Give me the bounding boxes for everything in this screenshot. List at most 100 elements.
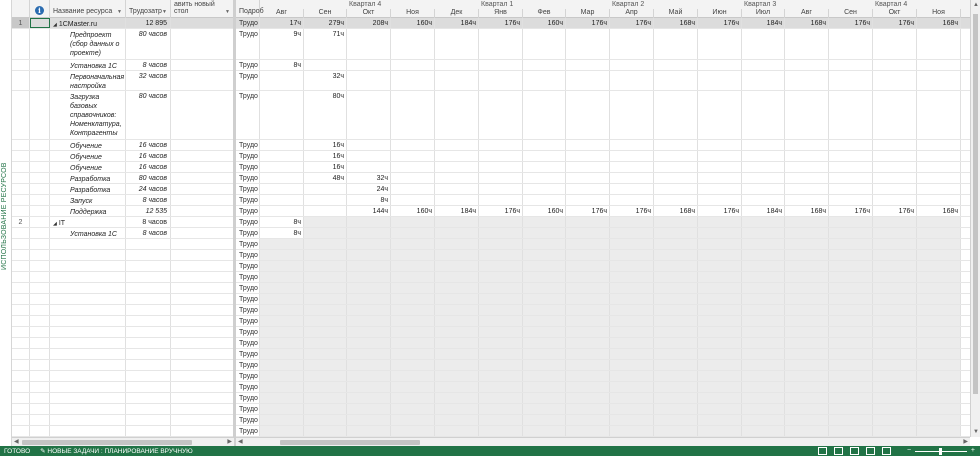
add-column-cell[interactable] <box>171 228 234 238</box>
timescale-month[interactable]: Дек <box>435 9 479 18</box>
chevron-down-icon[interactable]: ▼ <box>225 9 230 15</box>
detail-cell[interactable]: Трудо <box>236 404 260 414</box>
work-time-cell[interactable] <box>304 272 347 282</box>
work-cell[interactable] <box>126 404 171 414</box>
work-time-cell[interactable] <box>785 415 829 425</box>
table-row[interactable] <box>12 272 234 283</box>
work-cell[interactable] <box>126 294 171 304</box>
work-time-cell[interactable]: 176ч <box>566 206 610 216</box>
work-time-cell[interactable]: 9ч <box>260 29 304 59</box>
work-time-cell[interactable] <box>304 404 347 414</box>
work-time-cell[interactable] <box>698 360 742 370</box>
work-time-cell[interactable] <box>785 71 829 90</box>
timescale-row[interactable]: Трудо 80ч <box>236 91 970 140</box>
work-time-cell[interactable]: 168ч <box>654 206 698 216</box>
work-time-cell[interactable] <box>347 228 391 238</box>
row-id-cell[interactable] <box>12 371 30 381</box>
detail-cell[interactable]: Трудо <box>236 217 260 227</box>
work-time-cell[interactable] <box>742 415 785 425</box>
work-time-cell[interactable] <box>829 272 873 282</box>
resource-name-cell[interactable] <box>50 349 126 359</box>
work-time-cell[interactable] <box>435 283 479 293</box>
work-time-cell[interactable] <box>523 91 566 139</box>
work-time-cell[interactable] <box>479 71 523 90</box>
work-time-cell[interactable] <box>610 283 654 293</box>
work-time-cell[interactable] <box>654 327 698 337</box>
work-time-cell[interactable] <box>304 338 347 348</box>
work-time-cell[interactable] <box>873 404 917 414</box>
work-time-cell[interactable] <box>698 91 742 139</box>
table-row[interactable] <box>12 426 234 437</box>
work-cell[interactable]: 12 895 часов <box>126 18 171 28</box>
work-time-cell[interactable] <box>829 195 873 205</box>
timescale-month[interactable]: Ноя <box>917 9 961 18</box>
work-time-cell[interactable] <box>260 184 304 194</box>
work-time-cell[interactable] <box>654 272 698 282</box>
work-time-cell[interactable] <box>523 327 566 337</box>
timescale-month[interactable]: Фев <box>523 9 566 18</box>
work-time-cell[interactable] <box>479 162 523 172</box>
work-time-cell[interactable] <box>391 404 435 414</box>
work-time-cell[interactable] <box>785 217 829 227</box>
work-time-cell[interactable] <box>523 195 566 205</box>
detail-cell[interactable]: Трудо <box>236 173 260 183</box>
work-time-cell[interactable] <box>479 195 523 205</box>
work-time-cell[interactable] <box>917 91 961 139</box>
work-time-cell[interactable] <box>785 305 829 315</box>
work-time-cell[interactable] <box>566 91 610 139</box>
work-time-cell[interactable] <box>347 404 391 414</box>
work-time-cell[interactable]: 16ч <box>304 140 347 150</box>
work-time-cell[interactable] <box>742 195 785 205</box>
work-time-cell[interactable] <box>742 91 785 139</box>
new-tasks-mode[interactable]: ✎ НОВЫЕ ЗАДАЧИ : ПЛАНИРОВАНИЕ ВРУЧНУЮ <box>40 447 193 455</box>
work-time-cell[interactable] <box>610 338 654 348</box>
work-time-cell[interactable] <box>566 71 610 90</box>
work-time-cell[interactable] <box>785 250 829 260</box>
work-time-cell[interactable] <box>566 382 610 392</box>
timescale-row[interactable]: Трудо <box>236 283 970 294</box>
work-time-cell[interactable] <box>260 404 304 414</box>
work-time-cell[interactable] <box>391 217 435 227</box>
table-row[interactable] <box>12 371 234 382</box>
work-time-cell[interactable] <box>391 283 435 293</box>
detail-cell[interactable]: Трудо <box>236 272 260 282</box>
work-time-cell[interactable] <box>742 217 785 227</box>
detail-cell[interactable]: Трудо <box>236 60 260 70</box>
work-time-cell[interactable] <box>785 29 829 59</box>
timescale-row[interactable]: Трудо <box>236 349 970 360</box>
work-cell[interactable] <box>126 316 171 326</box>
work-time-cell[interactable] <box>785 393 829 403</box>
detail-cell[interactable]: Трудо <box>236 184 260 194</box>
work-time-cell[interactable] <box>435 426 479 436</box>
work-time-cell[interactable] <box>829 151 873 161</box>
work-time-cell[interactable] <box>654 140 698 150</box>
row-id-cell[interactable] <box>12 360 30 370</box>
table-row[interactable]: Запуск 8 часов <box>12 195 234 206</box>
work-time-cell[interactable] <box>917 305 961 315</box>
detail-cell[interactable]: Трудо <box>236 327 260 337</box>
work-time-cell[interactable] <box>873 371 917 381</box>
timescale-row[interactable]: Трудо <box>236 327 970 338</box>
resource-name-cell[interactable] <box>50 393 126 403</box>
work-time-cell[interactable] <box>479 261 523 271</box>
table-row[interactable] <box>12 261 234 272</box>
table-row[interactable]: Обучение 16 часов <box>12 162 234 173</box>
work-time-cell[interactable] <box>435 250 479 260</box>
work-time-cell[interactable] <box>829 382 873 392</box>
work-time-cell[interactable] <box>742 316 785 326</box>
work-time-cell[interactable] <box>479 272 523 282</box>
work-time-cell[interactable] <box>610 60 654 70</box>
work-cell[interactable] <box>126 382 171 392</box>
work-time-cell[interactable]: 80ч <box>304 91 347 139</box>
work-time-cell[interactable] <box>654 338 698 348</box>
work-time-cell[interactable] <box>917 217 961 227</box>
work-time-cell[interactable] <box>260 250 304 260</box>
work-time-cell[interactable]: 184ч <box>742 18 785 28</box>
table-row[interactable] <box>12 360 234 371</box>
detail-cell[interactable]: Трудо <box>236 18 260 28</box>
timescale-month[interactable]: Май <box>654 9 698 18</box>
work-time-cell[interactable] <box>654 404 698 414</box>
work-time-cell[interactable] <box>347 327 391 337</box>
work-time-cell[interactable] <box>479 404 523 414</box>
timescale-row[interactable]: Трудо 8ч <box>236 228 970 239</box>
